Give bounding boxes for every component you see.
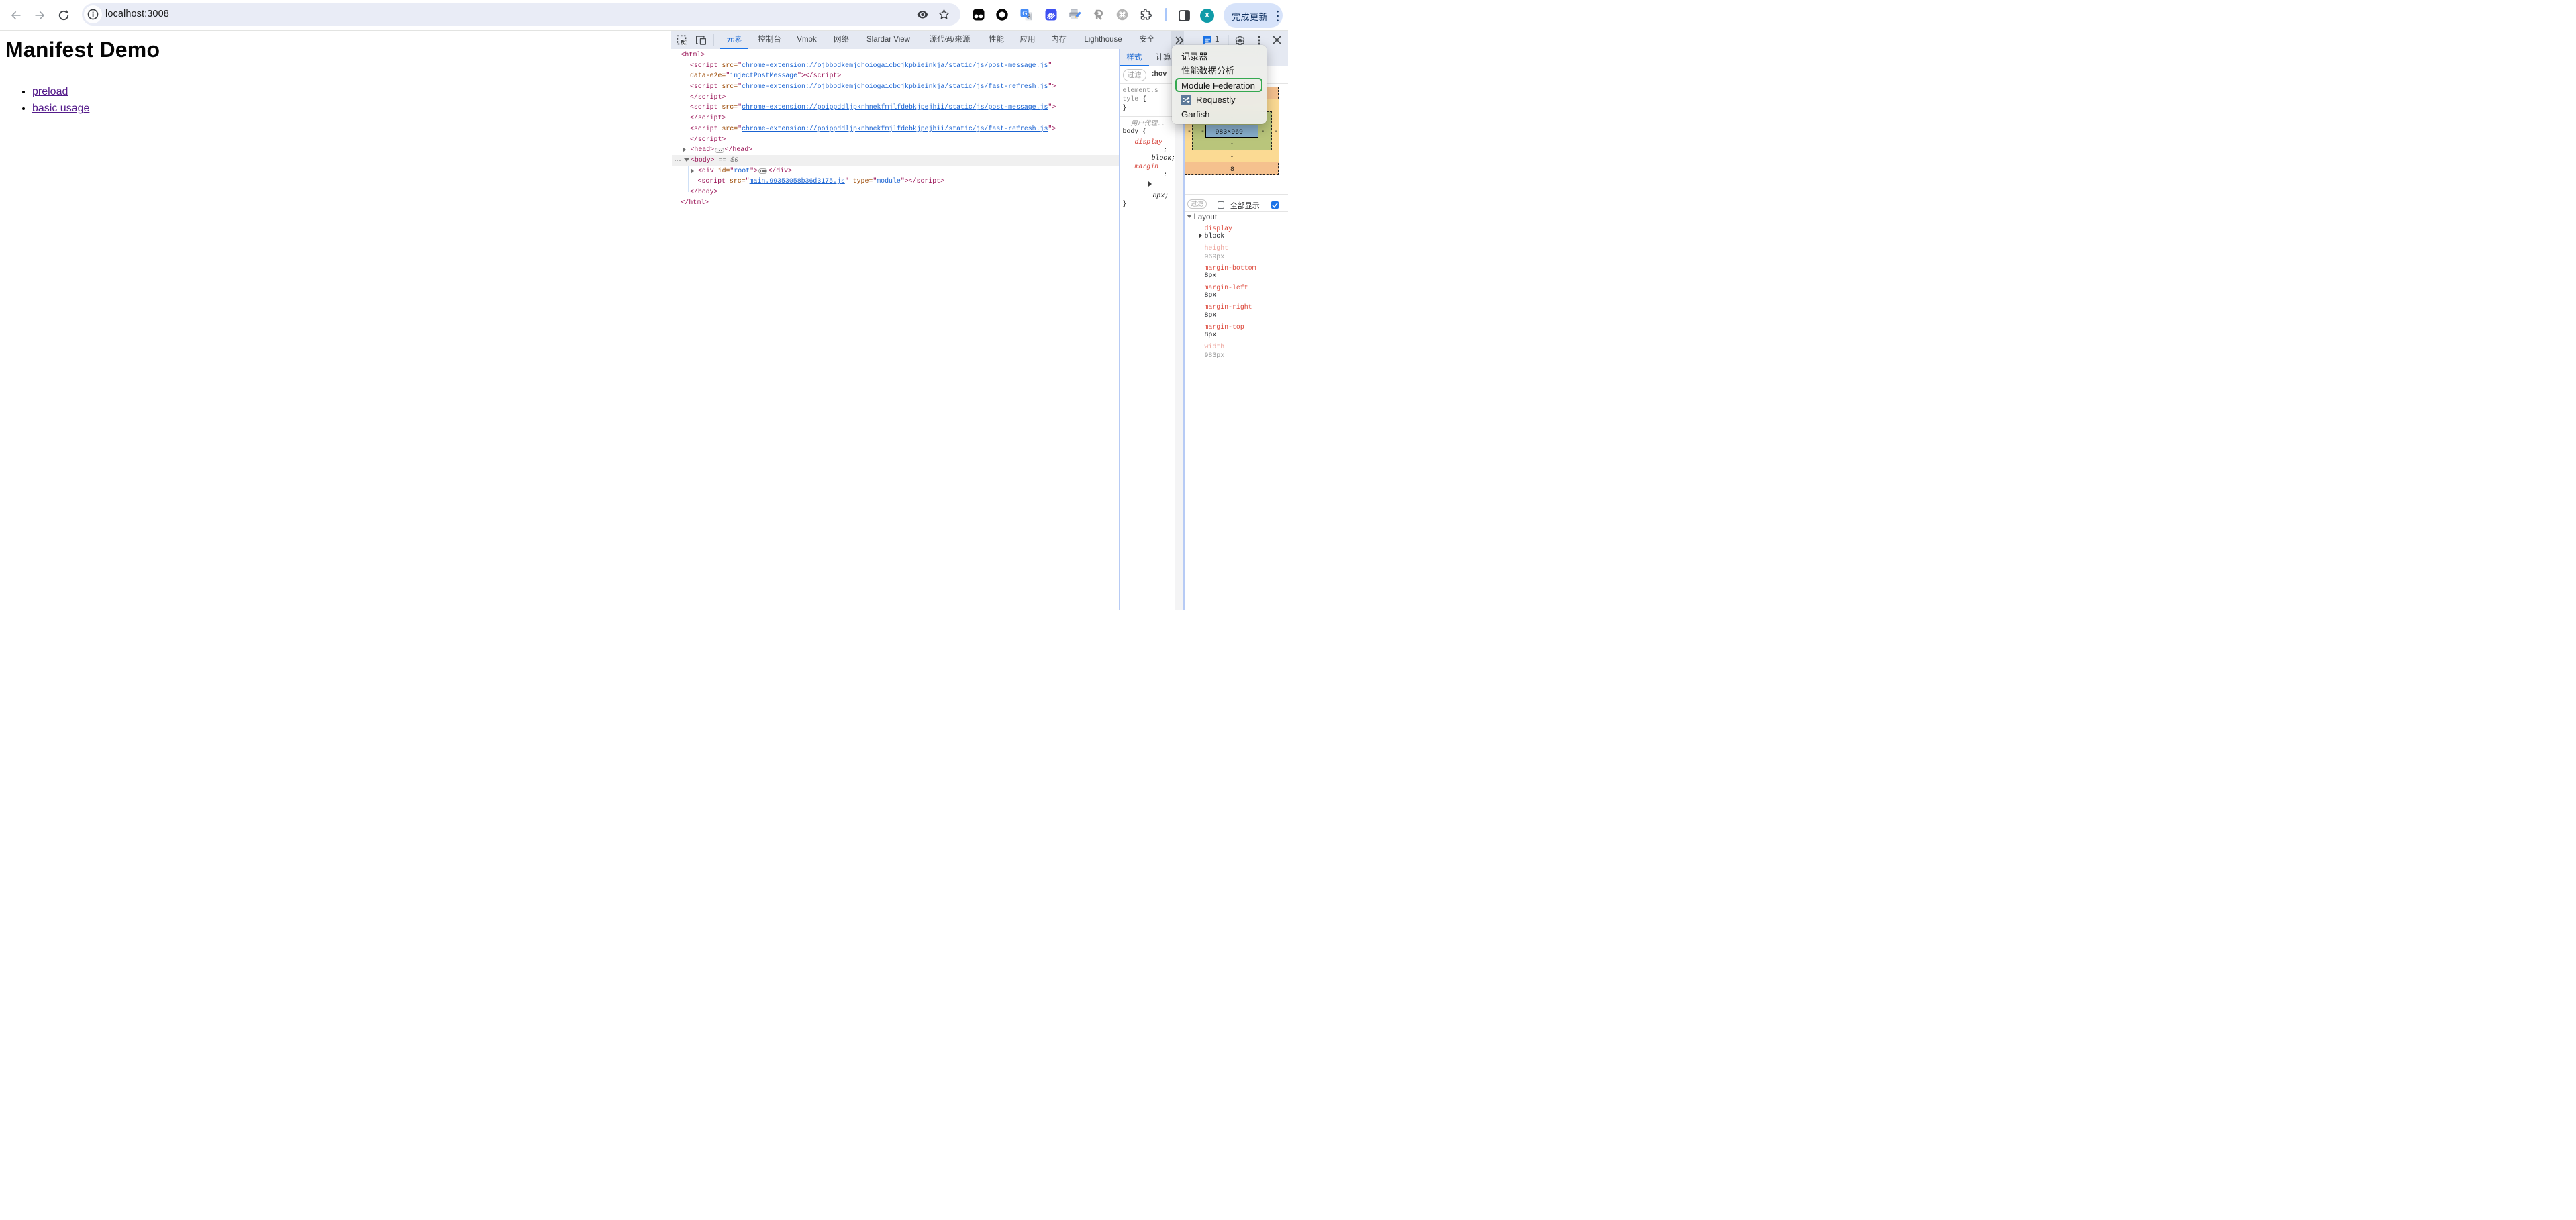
svg-text:G: G — [1022, 10, 1027, 17]
